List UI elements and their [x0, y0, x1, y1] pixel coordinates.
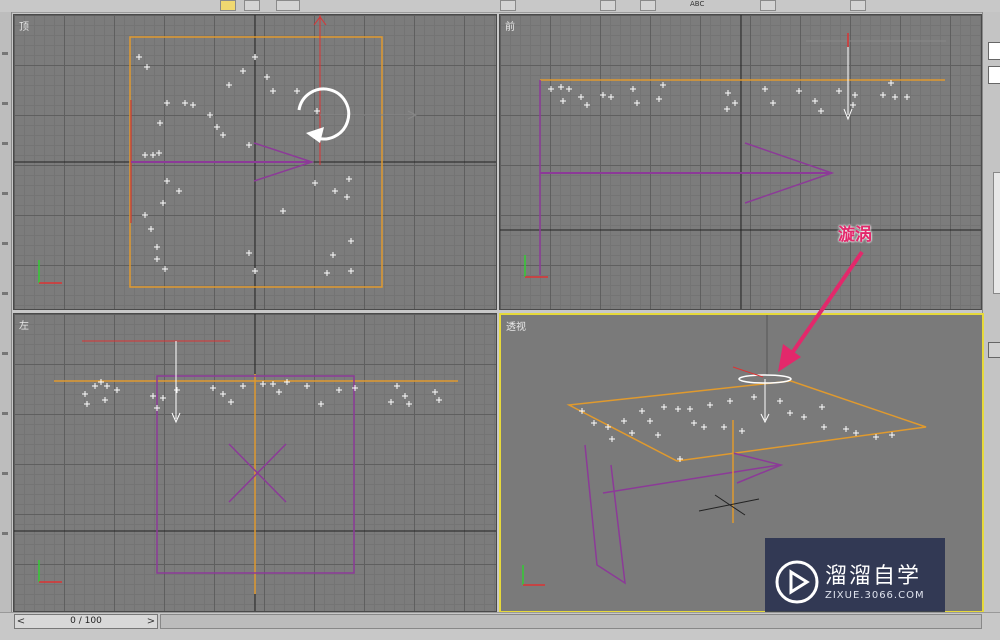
watermark-name: 溜溜自学 [825, 564, 922, 589]
strip-icon[interactable] [2, 142, 8, 145]
strip-icon[interactable] [2, 472, 8, 475]
front-view-scene [500, 15, 981, 309]
viewport-top[interactable]: 顶 [13, 14, 497, 310]
panel-field[interactable] [988, 42, 1000, 60]
left-view-scene [14, 314, 496, 611]
toolbar-button[interactable] [640, 0, 656, 11]
select-tool-button[interactable] [220, 0, 236, 11]
toolbar-button[interactable] [600, 0, 616, 11]
toolbar-button[interactable] [500, 0, 516, 11]
strip-icon[interactable] [2, 52, 8, 55]
time-position: 0 / 100 [70, 616, 102, 626]
strip-icon[interactable] [2, 192, 8, 195]
time-next-button[interactable]: > [145, 615, 157, 628]
timeline-track[interactable] [160, 614, 982, 629]
command-panel [982, 12, 1000, 615]
strip-icon[interactable] [2, 532, 8, 535]
toolbar-button[interactable] [244, 0, 260, 11]
annotation-label: 漩涡 [838, 225, 872, 245]
toolbar-button[interactable] [276, 0, 300, 11]
viewport-front[interactable]: 前 [499, 14, 982, 310]
abc-label[interactable]: ABC [690, 0, 704, 8]
watermark-url: ZIXUE.3066.COM [825, 590, 925, 601]
left-tool-strip [0, 12, 12, 615]
status-bar: < 0 / 100 > [0, 612, 1000, 640]
viewport-left[interactable]: 左 [13, 313, 497, 612]
panel-rollout[interactable] [988, 342, 1000, 358]
time-prev-button[interactable]: < [15, 615, 27, 628]
top-view-scene [14, 15, 496, 309]
toolbar-button[interactable] [850, 0, 866, 11]
strip-icon[interactable] [2, 292, 8, 295]
toolbar-button[interactable] [760, 0, 776, 11]
main-toolbar: ABC [0, 0, 1000, 13]
panel-field[interactable] [988, 66, 1000, 84]
strip-icon[interactable] [2, 412, 8, 415]
play-logo-icon [775, 560, 819, 604]
strip-icon[interactable] [2, 102, 8, 105]
strip-icon[interactable] [2, 242, 8, 245]
panel-scroll[interactable] [993, 172, 1000, 294]
strip-icon[interactable] [2, 352, 8, 355]
time-slider[interactable]: < 0 / 100 > [14, 614, 158, 629]
